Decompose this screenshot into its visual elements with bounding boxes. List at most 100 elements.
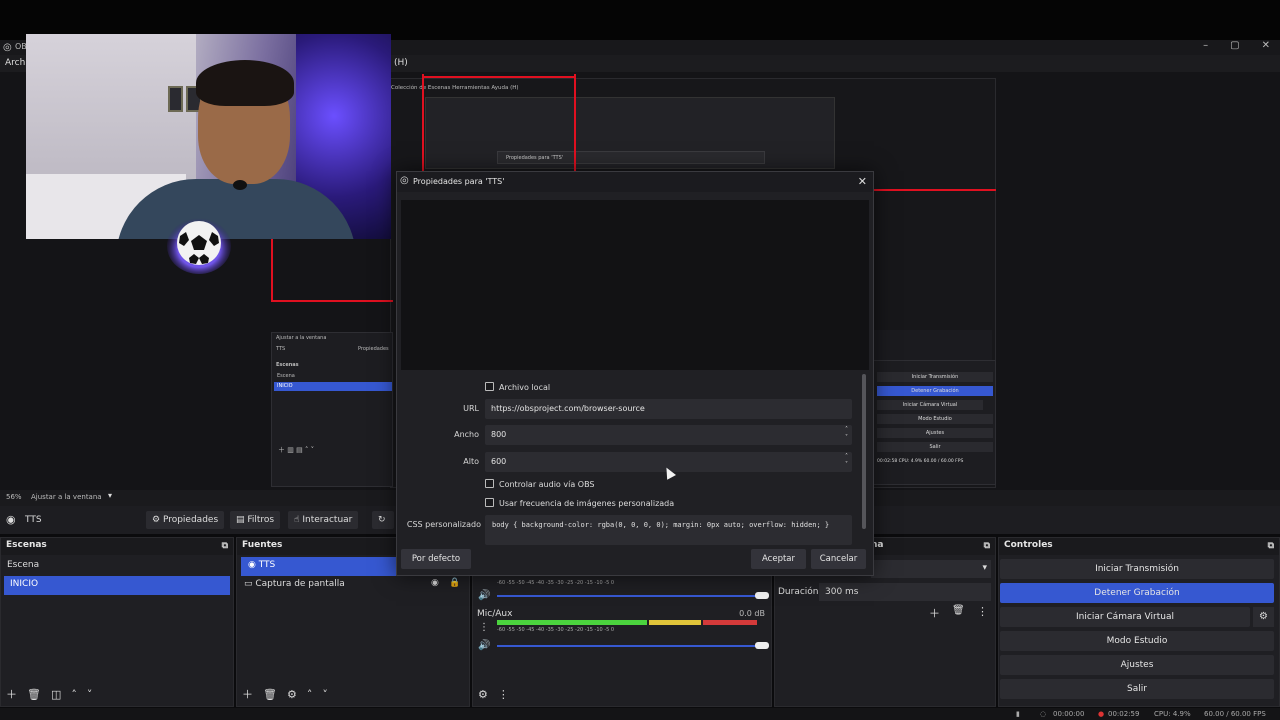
maximize-icon[interactable]: ▢ [1230,40,1239,51]
mini-ctrl-btn: Modo Estudio [877,414,993,424]
volume-track[interactable] [497,645,761,647]
speaker-icon[interactable]: 🔊 [478,640,490,651]
scene-item[interactable]: Escena [1,557,233,576]
mini-scene-row: Escena [277,373,295,379]
minimize-icon[interactable]: – [1203,40,1208,51]
eye-icon[interactable]: ◉ [431,578,439,588]
more-vertical-icon[interactable]: ⋮ [498,688,509,701]
control-audio-checkbox[interactable]: Controlar audio vía OBS [485,479,595,489]
custom-css-input[interactable]: body { background-color: rgba(0, 0, 0, 0… [485,515,852,545]
gear-icon[interactable]: ⚙ [478,688,488,701]
virtual-camera-settings-button[interactable]: ⚙ [1253,607,1274,627]
chevron-down-icon: ▾ [982,563,987,573]
soccer-ball-icon [167,218,231,274]
mic-meter-red [703,620,757,625]
more-vertical-icon[interactable]: ⋮ [479,622,489,633]
cancel-button[interactable]: Cancelar [811,549,866,569]
webcam-overlay [26,34,391,239]
mini-ctrl-btn: Iniciar Transmisión [877,372,993,382]
menu-ayuda-key[interactable]: (H) [394,58,408,68]
custom-fps-checkbox[interactable]: Usar frecuencia de imágenes personalizad… [485,498,674,508]
custom-fps-label: Usar frecuencia de imágenes personalizad… [499,499,675,508]
audio-dock-footer: ⚙ ⋮ [473,682,771,706]
mini-dock-tools: ＋ ▥ ▤ ˄ ˅ [278,446,315,454]
menu-archivo[interactable]: Archi [5,58,28,68]
width-label: Ancho [454,430,479,439]
mini-scene-row-selected: INICIO [274,382,392,391]
width-input[interactable]: 800 ˄ ˅ [485,425,852,445]
filters-button[interactable]: ▤ Filtros [230,511,281,529]
properties-button[interactable]: ⚙ Propiedades [146,511,225,529]
volume-knob[interactable] [755,592,769,599]
undock-icon[interactable]: ⧉ [1268,541,1274,551]
width-stepper[interactable]: ˄ ˅ [845,426,848,442]
trash-icon[interactable]: 🗑 [952,605,965,616]
add-icon[interactable]: ＋ [6,686,17,702]
source-item-label: TTS [258,560,276,570]
source-item[interactable]: ▭ Captura de pantalla ◉ 🔒 [237,576,469,595]
control-audio-label: Controlar audio vía OBS [499,480,595,489]
move-down-icon[interactable]: ˅ [322,688,328,701]
local-file-checkbox[interactable]: Archivo local [485,382,550,392]
fit-to-window-select[interactable]: Ajustar a la ventana [31,493,102,501]
settings-button[interactable]: Ajustes [1000,655,1274,675]
interact-label: Interactuar [302,515,353,525]
undock-icon[interactable]: ⧉ [222,541,228,551]
undock-icon[interactable]: ⧉ [984,541,990,551]
mini-source-name: TTS [276,346,286,352]
url-value: https://obsproject.com/browser-source [491,404,645,413]
start-stream-button[interactable]: Iniciar Transmisión [1000,559,1274,579]
add-icon[interactable]: ＋ [242,686,253,702]
filter-icon[interactable]: ◫ [51,688,61,701]
interact-button[interactable]: ☝ Interactuar [288,511,359,529]
properties-label: Propiedades [162,515,219,525]
lock-icon[interactable]: 🔒 [449,578,460,588]
url-input[interactable]: https://obsproject.com/browser-source [485,399,852,419]
trash-icon[interactable]: 🗑 [27,688,41,701]
filters-label: Filtros [247,515,275,525]
exit-button[interactable]: Salir [1000,679,1274,699]
filter-icon: ▤ [236,515,248,525]
local-file-label: Archivo local [499,383,551,392]
scene-item-selected[interactable]: INICIO [4,576,230,595]
add-icon[interactable]: ＋ [929,605,940,621]
gear-icon[interactable]: ⚙ [287,688,297,701]
mini-ctrl-btn: Salir [877,442,993,452]
transition-select[interactable]: ▾ [871,560,991,578]
height-value: 600 [491,457,507,466]
stop-recording-button[interactable]: Detener Grabación [1000,583,1274,603]
trash-icon[interactable]: 🗑 [263,688,277,701]
height-stepper[interactable]: ˄ ˅ [845,453,848,469]
move-up-icon[interactable]: ˄ [307,688,313,701]
dialog-scrollbar[interactable] [862,374,866,529]
chevron-down-icon[interactable]: ▾ [108,491,112,500]
speaker-icon[interactable]: 🔊 [478,590,490,601]
start-virtual-camera-button[interactable]: Iniciar Cámara Virtual [1000,607,1250,627]
mini-ctrl-btn: Iniciar Cámara Virtual [877,400,983,410]
checkbox-box [485,382,494,391]
mini-ctrl-btn: Ajustes [877,428,993,438]
volume-knob[interactable] [755,642,769,649]
mic-meter-yellow [649,620,701,625]
close-window-icon[interactable]: ✕ [1262,40,1270,51]
move-down-icon[interactable]: ˅ [87,688,93,701]
mic-meter-green [497,620,647,625]
webcam-hair [196,60,294,106]
scenes-dock-header: Escenas ⧉ [1,538,233,555]
accept-button[interactable]: Aceptar [751,549,806,569]
studio-mode-button[interactable]: Modo Estudio [1000,631,1274,651]
obs-logo-icon: ◎ [400,175,409,186]
browser-icon: ◉ [248,560,259,570]
volume-track[interactable] [497,595,761,597]
more-vertical-icon[interactable]: ⋮ [977,605,988,618]
duration-input[interactable]: 300 ms [819,583,991,601]
close-icon[interactable]: ✕ [858,175,867,188]
refresh-button[interactable]: ↻ [372,511,394,529]
mic-db: 0.0 dB [739,609,765,618]
move-up-icon[interactable]: ˄ [71,688,77,701]
height-label: Alto [463,457,479,466]
defaults-button[interactable]: Por defecto [401,549,471,569]
scenes-dock-footer: ＋ 🗑 ◫ ˄ ˅ [1,682,233,706]
headset-mic [233,180,247,190]
window-controls: – ▢ ✕ [1203,40,1270,51]
